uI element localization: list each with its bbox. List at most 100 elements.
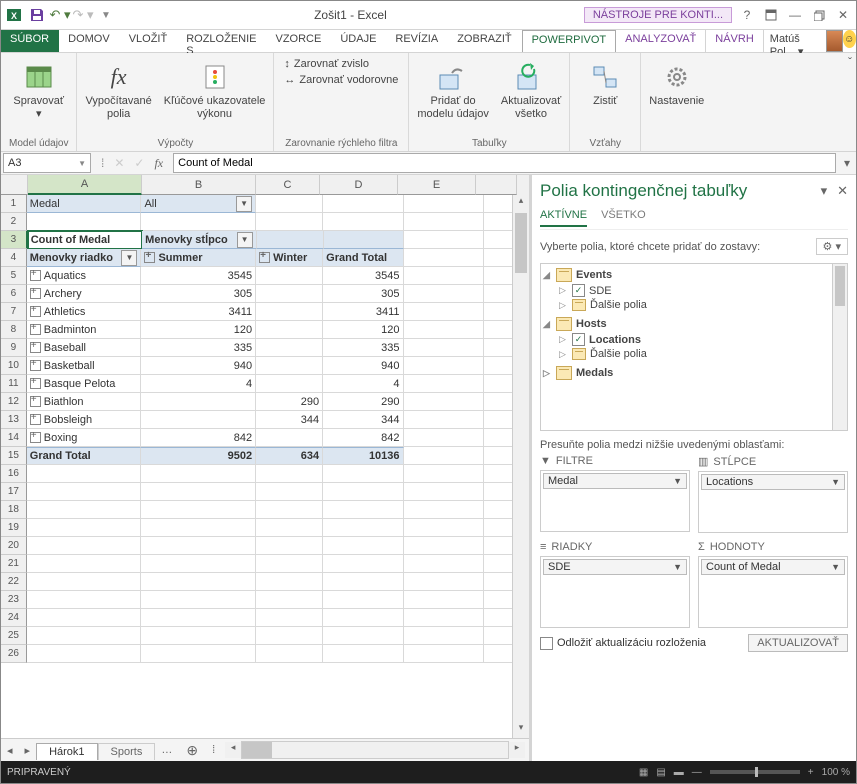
cell[interactable]: Grand Total: [27, 447, 142, 465]
cell[interactable]: [27, 591, 142, 609]
cell[interactable]: [404, 483, 484, 501]
zoom-in-icon[interactable]: +: [808, 767, 814, 778]
cell[interactable]: [404, 321, 484, 339]
cell[interactable]: [141, 537, 256, 555]
cell[interactable]: Boxing: [27, 429, 142, 447]
cell[interactable]: Biathlon: [27, 393, 142, 411]
row-header[interactable]: 13: [1, 411, 27, 429]
cell[interactable]: Basketball: [27, 357, 142, 375]
cell[interactable]: All▼: [141, 195, 256, 213]
cell[interactable]: Winter: [256, 249, 323, 267]
cancel-formula-icon[interactable]: ✕: [114, 156, 124, 171]
expand-icon[interactable]: [30, 360, 41, 371]
filters-dropzone[interactable]: Medal▼: [540, 470, 690, 532]
columns-dropzone[interactable]: Locations▼: [698, 471, 848, 533]
expand-icon[interactable]: [30, 270, 41, 281]
row-header[interactable]: 16: [1, 465, 27, 483]
cell[interactable]: Basque Pelota: [27, 375, 142, 393]
cell[interactable]: [404, 537, 484, 555]
cell[interactable]: [141, 573, 256, 591]
row-header[interactable]: 19: [1, 519, 27, 537]
cell[interactable]: [256, 609, 323, 627]
cell[interactable]: [141, 501, 256, 519]
ribbon-collapse[interactable]: ˇ: [712, 53, 856, 151]
cell[interactable]: 290: [323, 393, 403, 411]
cell[interactable]: [256, 627, 323, 645]
restore-icon[interactable]: [808, 4, 830, 26]
cell[interactable]: [27, 465, 142, 483]
rows-dropzone[interactable]: SDE▼: [540, 556, 690, 628]
cell[interactable]: [404, 609, 484, 627]
cell[interactable]: [404, 213, 484, 231]
minimize-icon[interactable]: —: [784, 4, 806, 26]
cell[interactable]: 9502: [141, 447, 256, 465]
row-header[interactable]: 6: [1, 285, 27, 303]
scroll-down-icon[interactable]: ▾: [513, 722, 529, 738]
formula-expand-icon[interactable]: ▾: [840, 156, 854, 170]
hscroll-right-icon[interactable]: ▸: [509, 742, 525, 758]
col-F[interactable]: [476, 175, 517, 195]
tab-formulas[interactable]: VZORCE: [267, 30, 332, 52]
cell[interactable]: [404, 465, 484, 483]
cell[interactable]: [404, 231, 484, 249]
align-vertical-button[interactable]: ↕Zarovnať zvislo: [282, 57, 371, 71]
cell[interactable]: 344: [323, 411, 403, 429]
cell[interactable]: [404, 555, 484, 573]
row-header[interactable]: 17: [1, 483, 27, 501]
col-C[interactable]: C: [256, 175, 320, 195]
tab-data[interactable]: ÚDAJE: [331, 30, 386, 52]
cell[interactable]: [404, 303, 484, 321]
cell[interactable]: [27, 213, 142, 231]
cell[interactable]: [323, 519, 403, 537]
pill-count[interactable]: Count of Medal▼: [701, 559, 845, 575]
cell[interactable]: [404, 447, 484, 465]
save-icon[interactable]: [26, 4, 48, 26]
ribbon-toggle-icon[interactable]: [760, 4, 782, 26]
cell[interactable]: 4: [323, 375, 403, 393]
row-header[interactable]: 9: [1, 339, 27, 357]
vertical-scrollbar[interactable]: ▴ ▾: [512, 195, 529, 738]
row-header[interactable]: 24: [1, 609, 27, 627]
checkbox-checked-icon[interactable]: ✓: [572, 333, 585, 346]
cell[interactable]: [323, 573, 403, 591]
cell[interactable]: [27, 609, 142, 627]
zoom-level[interactable]: 100 %: [822, 767, 850, 778]
cell[interactable]: [323, 195, 403, 213]
cell[interactable]: [404, 573, 484, 591]
cell[interactable]: [27, 537, 142, 555]
cell[interactable]: [27, 483, 142, 501]
excel-icon[interactable]: X: [3, 4, 25, 26]
cell[interactable]: [256, 357, 323, 375]
cell[interactable]: [323, 609, 403, 627]
cell[interactable]: [256, 501, 323, 519]
tab-more-icon[interactable]: …: [155, 744, 178, 756]
cell[interactable]: [404, 267, 484, 285]
horizontal-scrollbar[interactable]: ◂ ▸: [225, 742, 525, 758]
cell[interactable]: 634: [256, 447, 323, 465]
tab-powerpivot[interactable]: POWERPIVOT: [522, 30, 617, 52]
redo-icon[interactable]: ↷ ▾: [72, 4, 94, 26]
tab-home[interactable]: DOMOV: [59, 30, 120, 52]
cell[interactable]: [256, 321, 323, 339]
cell[interactable]: [323, 591, 403, 609]
cell[interactable]: Menovky riadko▼: [27, 249, 142, 267]
view-pagebreak-icon[interactable]: ▬: [674, 767, 684, 778]
cell[interactable]: [256, 213, 323, 231]
cell[interactable]: Grand Total: [323, 249, 403, 267]
values-dropzone[interactable]: Count of Medal▼: [698, 556, 848, 628]
cell[interactable]: 940: [323, 357, 403, 375]
cell[interactable]: [404, 591, 484, 609]
undo-icon[interactable]: ↶ ▾: [49, 4, 71, 26]
cell[interactable]: 3411: [141, 303, 256, 321]
cell[interactable]: [404, 375, 484, 393]
row-header[interactable]: 25: [1, 627, 27, 645]
insert-function-icon[interactable]: fx: [154, 156, 163, 171]
cell[interactable]: 3545: [323, 267, 403, 285]
cell[interactable]: [141, 591, 256, 609]
pill-sde[interactable]: SDE▼: [543, 559, 687, 575]
cell[interactable]: [256, 537, 323, 555]
cell[interactable]: [256, 285, 323, 303]
zoom-out-icon[interactable]: —: [692, 767, 702, 778]
col-B[interactable]: B: [142, 175, 256, 195]
cell[interactable]: [404, 249, 484, 267]
